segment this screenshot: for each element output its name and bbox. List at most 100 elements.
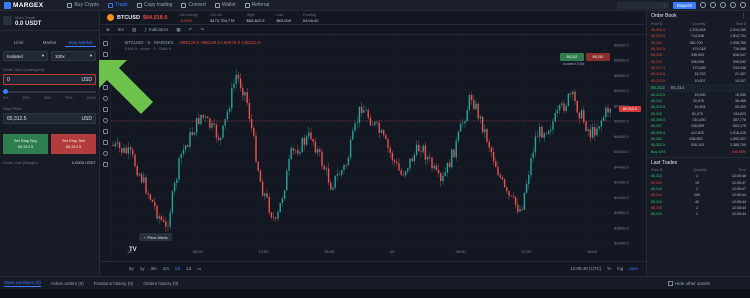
indicators-button[interactable]: ƒ Indicators	[144, 27, 168, 32]
quantity-cell: 173,095	[692, 65, 706, 70]
tab-limit[interactable]: Limit	[3, 38, 34, 47]
buy-sell-buttons: Set Stop Buy 65,312.5 Set Stop Sell 65,312…	[3, 134, 96, 154]
timeframe-5y[interactable]: 5y	[129, 266, 134, 271]
slider-tick[interactable]: 0%	[3, 96, 9, 100]
slider-tick[interactable]: 25%	[22, 96, 30, 100]
candle-body	[319, 149, 321, 152]
tab-positions-history[interactable]: Positions history (0)	[94, 281, 134, 286]
account-icon[interactable]	[730, 2, 736, 8]
timeframe-1m[interactable]: 1m	[163, 266, 169, 271]
price-alerts-button[interactable]: ◔ Price Alerts	[139, 233, 172, 241]
order-book-header: Order Book ⋮	[647, 11, 750, 21]
order-size-input[interactable]: 0 USD	[3, 74, 96, 85]
nav-label: Trade	[115, 2, 128, 8]
more-icon[interactable]: ⋮	[741, 13, 746, 19]
hide-other-assets-toggle[interactable]: Hide other assets	[667, 280, 710, 286]
size-slider[interactable]	[3, 89, 96, 94]
layout-icon[interactable]: ▦	[176, 27, 180, 33]
candle-body	[578, 112, 581, 119]
candle-body	[310, 132, 312, 140]
plus-icon[interactable]: ⊕	[106, 27, 110, 33]
auto-scale-toggle[interactable]: auto	[629, 266, 638, 271]
candle-body	[457, 131, 460, 141]
candle-body	[332, 187, 334, 190]
timeframe-1d[interactable]: 1d	[186, 266, 191, 271]
quantity-cell: 412,820	[691, 130, 704, 135]
stop-price-input[interactable]: 65,312.5 USD	[3, 113, 96, 124]
total-cell: 53,400	[735, 105, 746, 110]
price-chart[interactable]: 66000.065800.065600.065400.065200.065000…	[111, 35, 646, 261]
nav-item-wallet[interactable]: Wallet	[214, 2, 236, 8]
candle-body	[189, 132, 191, 147]
brand-logo[interactable]: MARGEX	[4, 1, 43, 9]
candle-body	[444, 172, 446, 177]
nav-item-convert[interactable]: Convert	[181, 2, 206, 8]
quantity-cell: 160	[694, 193, 700, 198]
total-cell: 21,437	[735, 72, 746, 77]
magnet-icon[interactable]	[103, 129, 108, 134]
slider-tick[interactable]: 50%	[44, 96, 52, 100]
candle-body	[459, 123, 462, 132]
crosshair-icon[interactable]	[103, 41, 108, 46]
timeframe-3m[interactable]: 3m	[151, 266, 157, 271]
slider-knob[interactable]	[3, 89, 8, 94]
price-cell: 65,322	[651, 40, 662, 45]
order-size-value: 0	[7, 76, 10, 83]
candle-body	[224, 119, 226, 126]
checkbox-icon[interactable]	[667, 280, 673, 286]
candle-body	[517, 204, 519, 212]
log-scale-toggle[interactable]: log	[617, 266, 623, 271]
menu-icon[interactable]	[740, 2, 746, 8]
slider-tick[interactable]: 75%	[65, 96, 73, 100]
eye-icon[interactable]	[103, 151, 108, 156]
nav-item-copy-trading[interactable]: Copy trading	[136, 2, 172, 8]
candle-body	[118, 142, 121, 149]
utc-clock[interactable]: 12:05:48 (UTC)	[570, 266, 601, 271]
timeframe-select[interactable]: 5m	[118, 27, 124, 32]
nav-label: Referral	[251, 2, 270, 8]
nav-item-trade[interactable]: Trade	[108, 2, 128, 8]
quantity-cell: 81,070	[692, 111, 703, 116]
tab-stop-market[interactable]: Stop Market	[65, 38, 96, 47]
trade-row[interactable]: 65,313 1 12:05:44	[647, 211, 750, 217]
candle-body	[167, 226, 169, 227]
wallet-selector[interactable]: Main Trade 0.0 USDT	[0, 11, 99, 31]
instrument-selector[interactable]: BTCUSD $64,018.0	[107, 14, 167, 21]
indicator-legend: EMA 9 · close · 0 · SMA 9	[125, 46, 171, 51]
lock-icon[interactable]	[103, 140, 108, 145]
total-cell: 12:05:47	[732, 187, 746, 192]
stop-price-unit: USD	[81, 115, 92, 122]
tab-market[interactable]: Market	[34, 38, 65, 47]
nav-item-referral[interactable]: Referral	[244, 2, 270, 8]
tab-orders-history[interactable]: Orders history (0)	[143, 281, 178, 286]
timeframe-1y[interactable]: 1y	[140, 266, 145, 271]
order-book-title: Order Book	[651, 13, 677, 19]
candle-body	[448, 162, 451, 168]
timeframe-5d[interactable]: 5d	[175, 266, 180, 271]
candle-body	[356, 122, 358, 124]
help-icon[interactable]	[700, 2, 706, 8]
tab-open-positions[interactable]: Open positions (0)	[4, 280, 41, 287]
chart-sell-button[interactable]: 65,310	[586, 53, 610, 61]
deposit-button[interactable]: Deposit	[672, 1, 696, 9]
tab-active-orders[interactable]: Active orders (0)	[51, 281, 84, 286]
stop-sell-button[interactable]: Set Stop Sell 65,312.5	[51, 134, 96, 154]
percent-scale-toggle[interactable]: %	[607, 266, 611, 271]
candles-icon[interactable]: ▥	[132, 27, 136, 33]
calendar-icon[interactable]: ▭	[197, 266, 201, 272]
total-cell: 603,175	[733, 124, 746, 129]
leverage-select[interactable]: 100x ▾	[51, 51, 96, 61]
trash-icon[interactable]	[103, 162, 108, 167]
chart-buy-button[interactable]: 65,312	[560, 53, 584, 61]
settings-icon[interactable]	[720, 2, 726, 8]
notifications-icon[interactable]	[710, 2, 716, 8]
price-cell: 65,321.5	[651, 47, 665, 52]
margin-mode-select[interactable]: Isolated ▾	[3, 51, 48, 61]
stop-buy-button[interactable]: Set Stop Buy 65,312.5	[3, 134, 48, 154]
candle-body	[380, 130, 383, 133]
nav-item-buy-crypto[interactable]: Buy Crypto	[67, 2, 99, 8]
redo-icon[interactable]: ↷	[200, 27, 204, 33]
undo-icon[interactable]: ↶	[189, 27, 193, 33]
candle-body	[378, 122, 380, 133]
search-input[interactable]: ⌕	[616, 1, 669, 9]
